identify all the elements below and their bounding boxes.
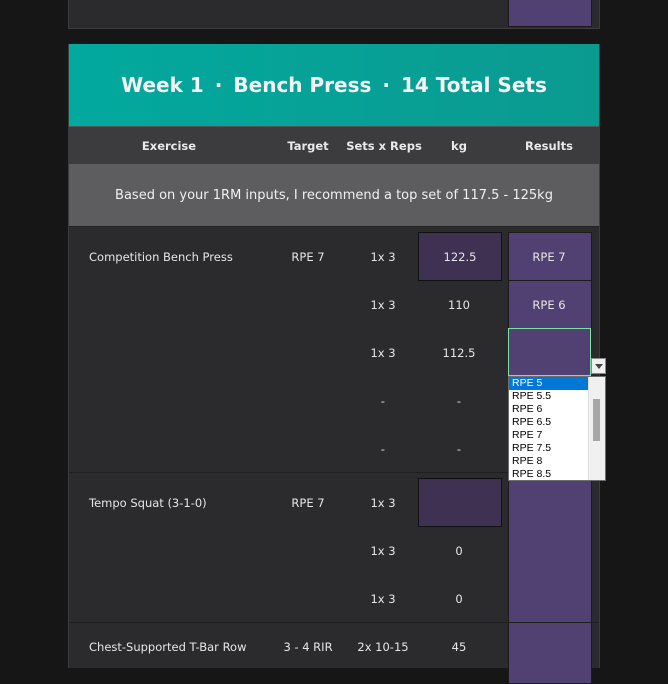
week-title-bar: Week 1 · Bench Press · 14 Total Sets (69, 44, 599, 126)
header-kg: kg (451, 139, 467, 153)
sets-reps-cell: 1x 3 (370, 544, 396, 558)
dropdown-toggle-button[interactable] (591, 358, 606, 374)
recommendation-text: Based on your 1RM inputs, I recommend a … (115, 187, 553, 203)
exercise-name: Competition Bench Press (89, 250, 233, 264)
kg-value: 122.5 (443, 249, 477, 264)
column-header-row: Exercise Target Sets x Reps kg Results (69, 126, 599, 165)
dropdown-option[interactable]: RPE 6.5 (509, 416, 592, 429)
dropdown-option[interactable]: RPE 5.5 (509, 390, 592, 403)
kg-input[interactable] (418, 478, 502, 527)
week-label: Week 1 (121, 73, 204, 97)
exercise-name: Chest-Supported T-Bar Row (89, 640, 247, 654)
total-sets-label: 14 Total Sets (401, 73, 547, 97)
header-target: Target (287, 139, 329, 153)
exercise-target: RPE 7 (291, 250, 325, 264)
kg-value: - (456, 442, 462, 456)
kg-value: - (456, 394, 462, 408)
header-results: Results (525, 139, 573, 153)
sets-reps-cell: 2x 10-15 (357, 640, 409, 654)
sets-reps-cell: - (380, 442, 386, 456)
sets-reps-cell: 1x 3 (370, 346, 396, 360)
kg-value: 112.5 (442, 346, 476, 360)
sets-reps-cell: 1x 3 (370, 496, 396, 510)
dropdown-option[interactable]: RPE 6 (509, 403, 592, 416)
kg-value: 0 (455, 592, 463, 606)
exercise-name: Tempo Squat (3-1-0) (89, 496, 207, 510)
kg-value: 45 (451, 640, 467, 654)
exercise-label: Bench Press (233, 73, 372, 97)
sets-reps-cell: 1x 3 (370, 592, 396, 606)
recommendation-banner: Based on your 1RM inputs, I recommend a … (69, 164, 599, 227)
kg-value: 0 (455, 544, 463, 558)
result-select-cell[interactable] (508, 328, 591, 376)
sets-reps-cell: 1x 3 (370, 250, 396, 264)
kg-input[interactable]: 122.5 (418, 232, 502, 281)
kg-value: 110 (448, 298, 470, 312)
sets-reps-cell: 1x 3 (370, 298, 396, 312)
header-sets-reps: Sets x Reps (346, 139, 422, 153)
title-separator: · (214, 73, 223, 97)
exercise-target: 3 - 4 RIR (283, 640, 333, 654)
dropdown-option[interactable]: RPE 7.5 (509, 442, 592, 455)
result-cell[interactable] (508, 622, 592, 684)
dropdown-option[interactable]: RPE 5 (509, 377, 592, 390)
dropdown-option[interactable]: RPE 8.5 (509, 468, 592, 480)
row-divider (69, 622, 599, 623)
exercise-target: RPE 7 (291, 496, 325, 510)
title-separator: · (382, 73, 391, 97)
dropdown-option[interactable]: RPE 7 (509, 429, 592, 442)
rpe-dropdown-list[interactable]: RPE 5 RPE 5.5 RPE 6 RPE 6.5 RPE 7 RPE 7.… (508, 376, 606, 481)
result-value: RPE 7 (532, 250, 566, 264)
dropdown-scrollbar[interactable] (588, 377, 605, 480)
scrollbar-thumb[interactable] (593, 399, 600, 441)
header-exercise: Exercise (141, 139, 197, 153)
result-cell-group[interactable] (508, 478, 592, 623)
previous-results-cell[interactable] (508, 0, 592, 27)
sets-reps-cell: - (380, 394, 386, 408)
previous-week-panel (68, 0, 600, 29)
result-value: RPE 6 (532, 298, 566, 312)
chevron-down-icon (594, 363, 603, 369)
dropdown-option[interactable]: RPE 8 (509, 455, 592, 468)
week-panel: Week 1 · Bench Press · 14 Total Sets Exe… (68, 44, 600, 684)
